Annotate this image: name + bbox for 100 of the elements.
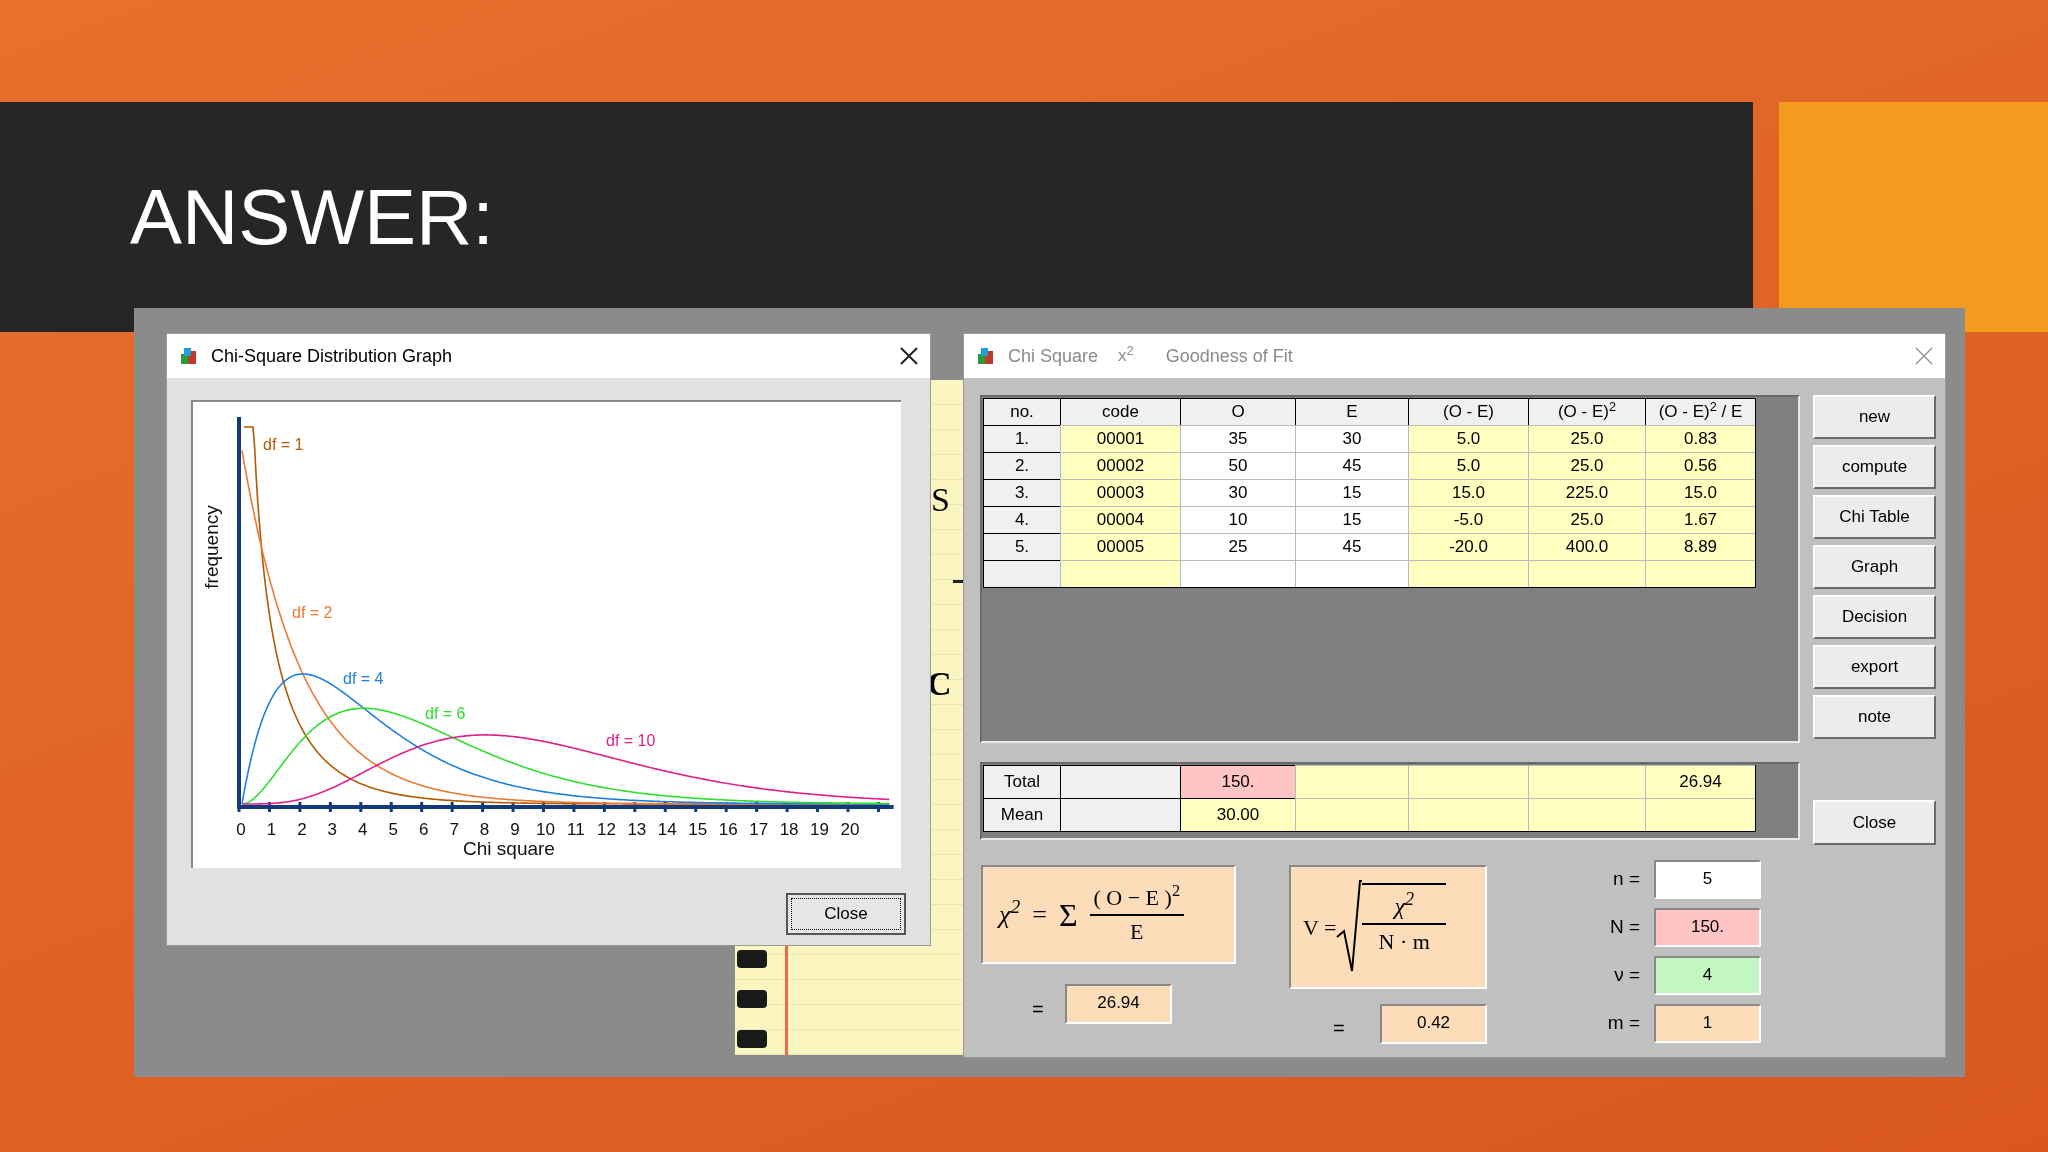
- table-cell: 30: [1295, 425, 1408, 452]
- table-cell: 00002: [1060, 452, 1180, 479]
- parameter-label: ν =: [1613, 963, 1640, 988]
- formula-symbol: Σ: [1058, 895, 1078, 935]
- table-cell: 45: [1295, 452, 1408, 479]
- row-header: Mean: [983, 798, 1060, 831]
- table-cell: 10: [1180, 506, 1295, 533]
- table-cell: 15.0: [1408, 479, 1528, 506]
- tick-label: 12: [596, 820, 616, 839]
- table-cell: 30: [1180, 479, 1295, 506]
- equals-sign: =: [1032, 997, 1044, 1022]
- table-cell: 35: [1180, 425, 1295, 452]
- action-button[interactable]: new: [1813, 395, 1936, 439]
- row-header: Total: [983, 765, 1060, 798]
- table-cell: 25: [1180, 533, 1295, 560]
- window-subtitle: Goodness of Fit: [1165, 344, 1294, 368]
- column-header: (O - E): [1408, 398, 1528, 425]
- tick-label: 14: [657, 820, 677, 839]
- action-button[interactable]: compute: [1813, 445, 1936, 489]
- table-cell: 00005: [1060, 533, 1180, 560]
- close-button[interactable]: Close: [786, 893, 906, 935]
- tick-label: 17: [749, 820, 769, 839]
- action-button[interactable]: Chi Table: [1813, 495, 1936, 539]
- close-button[interactable]: Close: [1813, 800, 1936, 845]
- table-cell: 26.94: [1645, 765, 1755, 798]
- tick-label: 0: [236, 820, 246, 839]
- row-header: 5.: [983, 533, 1060, 560]
- column-header: no.: [983, 398, 1060, 425]
- tick-label: 1: [266, 820, 277, 839]
- app-icon: [976, 346, 996, 366]
- close-icon[interactable]: [900, 347, 918, 365]
- table-cell: 5.0: [1408, 452, 1528, 479]
- axis-label: Chi square: [463, 838, 555, 859]
- formula-symbol: V =: [1303, 913, 1337, 942]
- row-header: 2.: [983, 452, 1060, 479]
- table-cell: 15: [1295, 479, 1408, 506]
- tick-label: 8: [479, 820, 490, 839]
- tick-label: 18: [779, 820, 799, 839]
- table-cell: 150.: [1180, 765, 1295, 798]
- equals-sign: =: [1333, 1016, 1345, 1041]
- parameter-label: m =: [1606, 1011, 1640, 1036]
- table-cell: 15.0: [1645, 479, 1755, 506]
- row-header: 1.: [983, 425, 1060, 452]
- column-header: (O - E)$^{2}$ / E: [1645, 398, 1755, 425]
- table-cell: 0.56: [1645, 452, 1755, 479]
- row-header: 4.: [983, 506, 1060, 533]
- table-cell: 00004: [1060, 506, 1180, 533]
- table-cell: -5.0: [1408, 506, 1528, 533]
- column-header: code: [1060, 398, 1180, 425]
- table-cell: 225.0: [1528, 479, 1645, 506]
- curve-label: df = 4: [343, 670, 384, 687]
- window-title: Chi-Square Distribution Graph: [211, 344, 454, 368]
- parameter-field: 5: [1654, 860, 1761, 899]
- parameter-field: 4: [1654, 956, 1761, 995]
- action-button[interactable]: note: [1813, 695, 1936, 739]
- tick-label: 15: [688, 820, 708, 839]
- column-header: O: [1180, 398, 1295, 425]
- tick-label: 6: [418, 820, 429, 839]
- action-button[interactable]: export: [1813, 645, 1936, 689]
- tick-label: 5: [388, 820, 398, 839]
- table-cell: 15: [1295, 506, 1408, 533]
- table-cell: 50: [1180, 452, 1295, 479]
- window-title-symbol: x$^{2}$: [1118, 343, 1134, 368]
- formula-denominator: N · m: [1378, 928, 1430, 956]
- table-cell: 5.0: [1408, 425, 1528, 452]
- slide-title: ANSWER:: [130, 178, 495, 256]
- action-button[interactable]: Graph: [1813, 545, 1936, 589]
- tick-label: 7: [449, 820, 459, 839]
- window-title: Chi Square: [1008, 344, 1099, 368]
- tick-label: 9: [510, 820, 520, 839]
- table-cell: 1.67: [1645, 506, 1755, 533]
- table-cell: 8.89: [1645, 533, 1755, 560]
- table-cell: 400.0: [1528, 533, 1645, 560]
- tick-label: 10: [536, 820, 555, 839]
- parameter-label: N =: [1608, 915, 1640, 940]
- tick-label: 16: [718, 820, 738, 839]
- formula-numerator: ( O − E )$^{2}$: [1089, 881, 1185, 916]
- formula-denominator: E: [1130, 917, 1144, 946]
- tick-label: 4: [358, 820, 368, 839]
- formula-symbol: χ$^{2}$: [999, 895, 1021, 931]
- curve-label: df = 2: [292, 604, 333, 621]
- tick-label: 11: [567, 820, 585, 839]
- parameter-field: 1: [1654, 1004, 1761, 1043]
- action-button[interactable]: Decision: [1813, 595, 1936, 639]
- column-header: E: [1295, 398, 1408, 425]
- tick-label: 19: [810, 820, 829, 839]
- table-cell: 45: [1295, 533, 1408, 560]
- curve-label: df = 6: [425, 705, 466, 722]
- curve-label: df = 10: [606, 732, 656, 749]
- table-cell: -20.0: [1408, 533, 1528, 560]
- result-field: 26.94: [1065, 984, 1172, 1024]
- table-cell: 00003: [1060, 479, 1180, 506]
- axis-label: frequency: [201, 505, 222, 589]
- formula-symbol: =: [1032, 899, 1047, 931]
- tick-label: 13: [627, 820, 647, 839]
- table-cell: 25.0: [1528, 506, 1645, 533]
- app-icon: [179, 346, 199, 366]
- tick-label: 2: [297, 820, 307, 839]
- parameter-field: 150.: [1654, 908, 1761, 947]
- table-cell: 30.00: [1180, 798, 1295, 831]
